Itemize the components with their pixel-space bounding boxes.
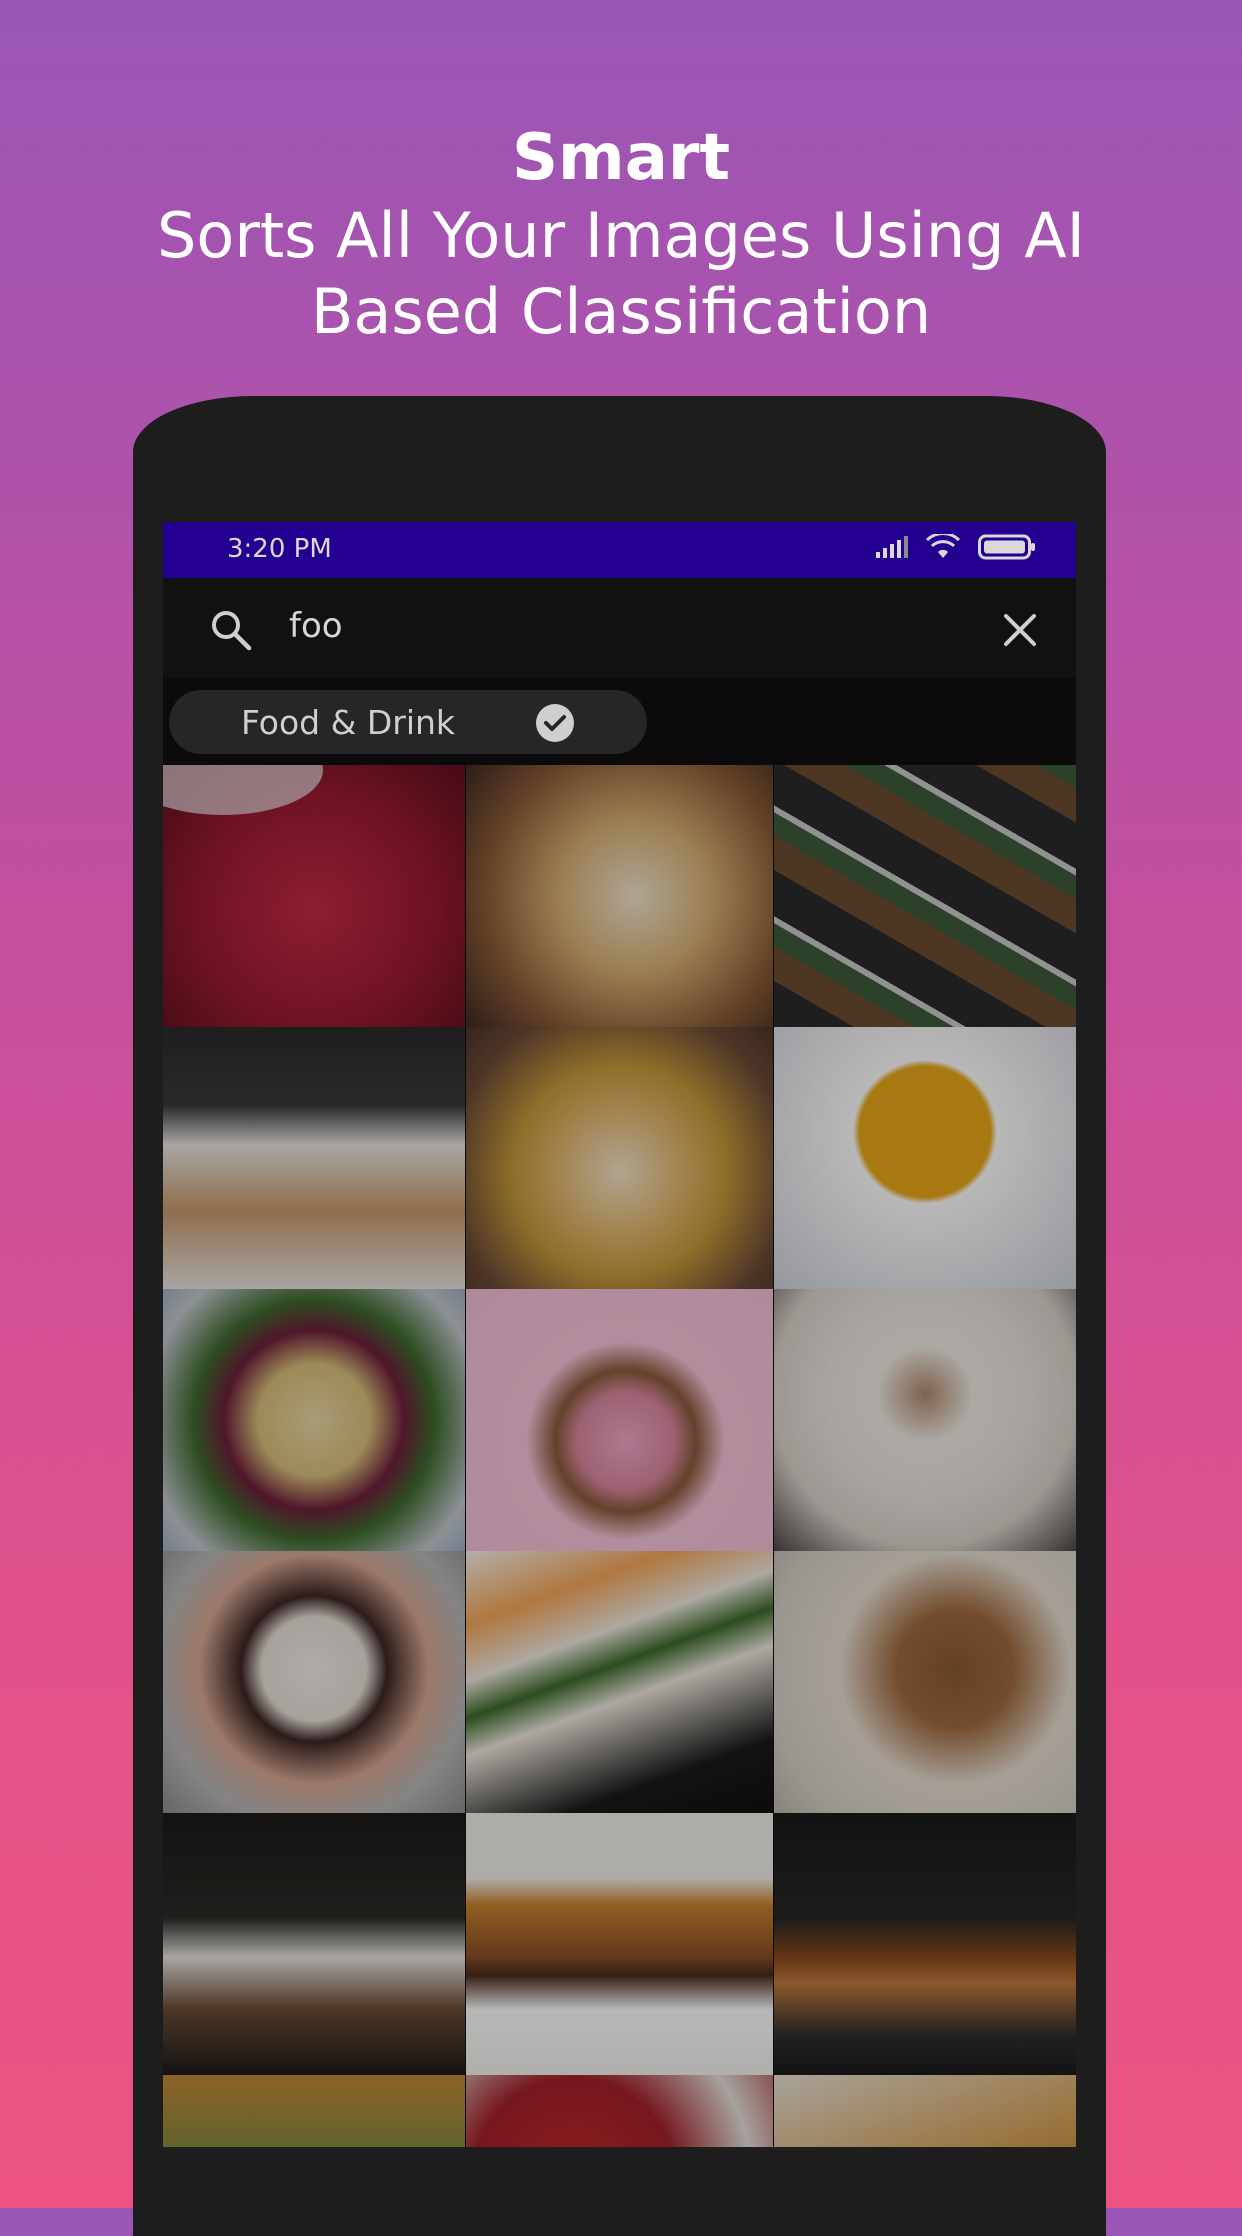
photo-tile[interactable] <box>163 2075 465 2147</box>
photo-tile[interactable] <box>163 765 465 1027</box>
phone-screen: 3:20 PM foo Food & Drink <box>163 522 1076 2147</box>
wifi-icon <box>926 534 960 558</box>
photo-tile[interactable] <box>774 1289 1076 1551</box>
photo-tile[interactable] <box>774 1027 1076 1289</box>
photo-tile[interactable] <box>774 2075 1076 2147</box>
photo-tile[interactable] <box>466 2075 773 2147</box>
photo-tile[interactable] <box>774 1551 1076 1813</box>
photo-tile[interactable] <box>163 1289 465 1551</box>
photo-tile[interactable] <box>466 765 773 1027</box>
status-time: 3:20 PM <box>227 534 332 564</box>
signal-icon <box>876 536 908 558</box>
close-icon[interactable] <box>1002 612 1038 648</box>
photo-tile[interactable] <box>466 1813 773 2075</box>
search-icon[interactable] <box>209 608 253 652</box>
promo-title: Smart <box>511 121 731 195</box>
status-bar: 3:20 PM <box>163 522 1076 578</box>
search-bar: foo <box>163 578 1076 678</box>
search-input[interactable]: foo <box>289 606 343 646</box>
chip-label: Food & Drink <box>241 703 456 742</box>
photo-tile[interactable] <box>163 1551 465 1813</box>
photo-tile[interactable] <box>466 1289 773 1551</box>
photo-tile[interactable] <box>466 1551 773 1813</box>
promo-subtitle: Sorts All Your Images Using AI Based Cla… <box>157 199 1085 348</box>
battery-icon <box>978 534 1035 560</box>
filter-chip-food-drink[interactable]: Food & Drink <box>169 690 647 754</box>
photo-grid <box>163 765 1076 2147</box>
check-circle-icon <box>536 704 574 742</box>
photo-tile[interactable] <box>163 1027 465 1289</box>
promo-headline: Smart Sorts All Your Images Using AI Bas… <box>0 118 1242 350</box>
photo-tile[interactable] <box>466 1027 773 1289</box>
photo-tile[interactable] <box>163 1813 465 2075</box>
photo-tile[interactable] <box>774 765 1076 1027</box>
photo-tile[interactable] <box>774 1813 1076 2075</box>
